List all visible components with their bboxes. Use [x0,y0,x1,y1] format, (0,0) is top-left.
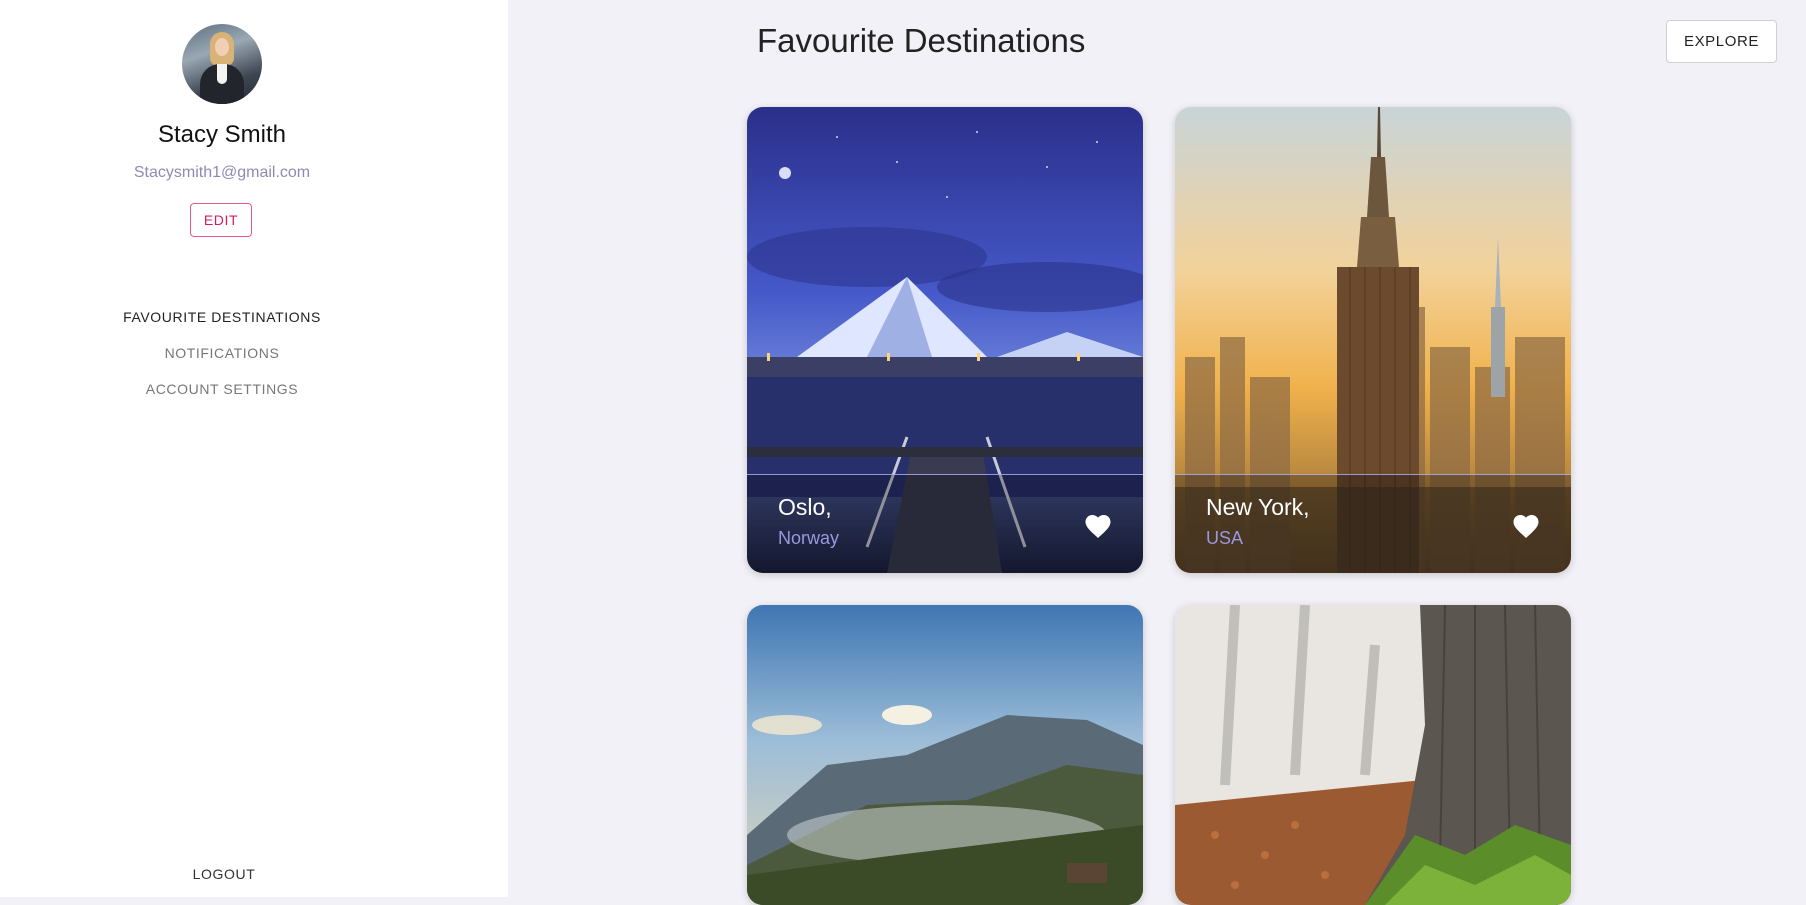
destination-city: New York, [1206,494,1310,520]
heart-icon[interactable] [1511,511,1541,539]
avatar[interactable] [182,24,262,104]
logout-link[interactable]: LOGOUT [0,866,448,882]
destination-country: USA [1206,528,1244,548]
destination-photo [1175,605,1571,905]
sidebar: Stacy Smith Stacysmith1@gmail.com EDIT F… [0,0,508,897]
destination-card[interactable]: Oslo, Norway [747,107,1143,573]
destination-country: Norway [778,528,840,548]
page-title: Favourite Destinations [757,22,1086,59]
explore-button[interactable]: EXPLORE [1666,20,1777,63]
user-name: Stacy Smith [157,121,287,148]
nav-item-favourite-destinations[interactable]: FAVOURITE DESTINATIONS [0,305,444,341]
nav-item-notifications[interactable]: NOTIFICATIONS [0,341,444,377]
heart-icon[interactable] [1083,511,1113,539]
card-caption: New York, USA [1175,474,1571,573]
destination-city: Oslo, [778,494,832,520]
nav-item-account-settings[interactable]: ACCOUNT SETTINGS [0,377,444,413]
destination-card[interactable] [747,605,1143,905]
destination-photo [747,605,1143,905]
destination-card[interactable]: New York, USA [1175,107,1571,573]
card-caption: Oslo, Norway [747,474,1143,573]
edit-profile-button[interactable]: EDIT [190,203,252,237]
sidebar-nav: FAVOURITE DESTINATIONS NOTIFICATIONS ACC… [0,305,444,413]
destination-card[interactable] [1175,605,1571,905]
user-email: Stacysmith1@gmail.com [133,164,311,181]
